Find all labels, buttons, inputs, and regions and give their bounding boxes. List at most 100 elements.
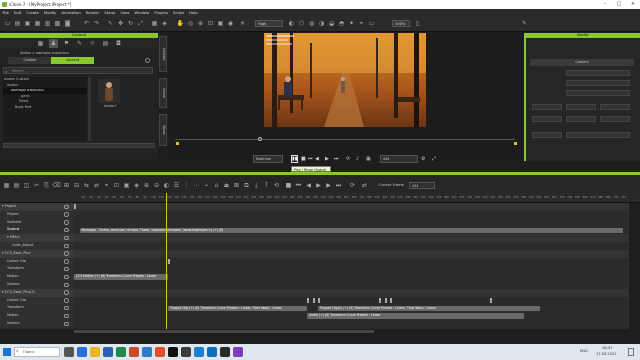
iray-icon[interactable]: ✦ (347, 19, 356, 28)
track-lane[interactable] (74, 242, 629, 250)
track-toggle-icon[interactable] (64, 274, 69, 280)
track-lane[interactable] (74, 320, 629, 328)
start-icon[interactable] (3, 348, 11, 356)
track-label[interactable]: ▾ CC3_Base_Plus (0, 249, 74, 258)
preview-icon[interactable]: ◉ (226, 19, 235, 28)
side-tab-content[interactable]: Content (159, 36, 167, 72)
loop-icon[interactable]: ⟳ (346, 155, 350, 163)
quality-dropdown[interactable]: High (255, 20, 283, 27)
menu-window[interactable]: Window (132, 9, 152, 16)
sound-icon[interactable]: ♪ (356, 155, 359, 163)
track-label[interactable]: Transform (0, 304, 74, 313)
modify-field[interactable] (566, 80, 630, 86)
tl-next-frame-icon[interactable]: ▶ (324, 181, 333, 190)
track-label[interactable]: Transform (0, 265, 74, 274)
aspect-icon[interactable]: ▯ (413, 19, 422, 28)
taskbar-search[interactable]: Поиск (14, 347, 60, 357)
app2-icon[interactable] (233, 347, 243, 357)
tl-stop-icon[interactable]: ■ (284, 181, 293, 190)
project-icon[interactable]: ▦ (36, 39, 45, 48)
timeline-tool-icon[interactable]: ⊞ (62, 181, 71, 190)
timeline-tool-icon[interactable]: ▤ (12, 181, 21, 190)
tree-item-body-part[interactable]: Body Part (3, 105, 87, 111)
telegram-icon[interactable] (207, 347, 217, 357)
timeline-tool-icon[interactable]: ⌁ (202, 181, 211, 190)
timeline-clip[interactable]: Puppet Clip(2) (+) (8) Transform Curve P… (318, 305, 541, 312)
menu-help[interactable]: Help (187, 9, 201, 16)
menu-edit[interactable]: Edit (11, 9, 23, 16)
track-lane[interactable] (74, 218, 629, 227)
redo-icon[interactable]: ↷ (92, 19, 101, 28)
menu-animation[interactable]: Animation (59, 9, 83, 16)
track-toggle-icon[interactable] (64, 290, 69, 295)
menu-setup[interactable]: Setup (102, 9, 118, 16)
tl-play-icon[interactable]: ▶ (314, 181, 323, 190)
modify-button[interactable] (566, 116, 596, 122)
viewport-slider-handle[interactable] (258, 137, 262, 141)
timeline-clip[interactable]: CC3 Motion (+) (8) Transform Curve Prese… (74, 274, 169, 280)
menu-modify[interactable]: Modify (41, 9, 59, 16)
modify-field[interactable] (566, 132, 630, 138)
excel-icon[interactable] (116, 347, 126, 357)
timeline-tool-icon[interactable]: ✂ (32, 181, 41, 190)
modify-field[interactable] (566, 90, 630, 96)
word-icon[interactable] (103, 347, 113, 357)
keyframe-marker[interactable] (490, 298, 493, 303)
fit-icon[interactable]: ⊡ (206, 19, 215, 28)
timeline-tool-icon[interactable]: ◫ (22, 181, 31, 190)
ao-icon[interactable]: ◒ (327, 19, 336, 28)
track-toggle-icon[interactable] (64, 227, 69, 233)
timeline-tool-icon[interactable]: ⇄ (92, 181, 101, 190)
track-label[interactable]: Sound (0, 226, 74, 235)
import-icon[interactable]: ▥ (43, 19, 52, 28)
track-toggle-icon[interactable] (64, 313, 69, 319)
zoom-dropdown[interactable]: 100% (392, 20, 410, 27)
timeline-tool-icon[interactable]: ⌖ (102, 181, 111, 190)
timeline-tool-icon[interactable]: ⇆ (82, 181, 91, 190)
next-frame-icon[interactable]: ▶ (325, 155, 329, 163)
zoom-icon[interactable]: ⊕ (196, 19, 205, 28)
track-toggle-icon[interactable] (64, 266, 69, 272)
export-icon[interactable]: ▦ (33, 19, 42, 28)
track-lane[interactable] (74, 296, 629, 305)
modify-button[interactable] (566, 104, 596, 110)
timeline-tool-icon[interactable]: ⊕ (142, 181, 151, 190)
keyframe-marker[interactable] (384, 298, 387, 303)
app-icon-taskbar[interactable] (181, 347, 191, 357)
scale-icon[interactable]: ⤢ (136, 19, 145, 28)
timeline-tool-icon[interactable]: ⊟ (72, 181, 81, 190)
timeline-tool-icon[interactable]: ▣ (122, 181, 131, 190)
timeline-tool-icon[interactable]: ☰ (172, 181, 181, 190)
track-label[interactable]: ▾ Effect (0, 234, 74, 242)
tl-sync-icon[interactable]: ⇄ (360, 181, 369, 190)
track-label[interactable]: ▾ Project (0, 203, 74, 211)
media-icon[interactable] (168, 347, 178, 357)
side-tab-scene[interactable]: Scene (159, 78, 167, 108)
track-label[interactable]: Project (0, 210, 74, 219)
settings-icon[interactable]: ⚙ (421, 155, 425, 163)
next-key-icon[interactable]: ⏭ (334, 155, 339, 163)
undo-icon[interactable]: ↶ (82, 19, 91, 28)
powerpoint-icon[interactable] (129, 347, 139, 357)
select-icon[interactable]: ↖ (106, 19, 115, 28)
keyframe-marker[interactable] (168, 259, 171, 264)
timeline-tool-icon[interactable]: ⊡ (112, 181, 121, 190)
track-label[interactable]: Motion (0, 273, 74, 281)
track-lane[interactable] (74, 203, 629, 211)
move-icon[interactable]: ✥ (116, 19, 125, 28)
timeline-tool-icon[interactable]: ⊠ (232, 181, 241, 190)
keyframe-marker[interactable] (318, 298, 321, 303)
expand-icon[interactable]: ⤢ (432, 155, 436, 163)
notifications-icon[interactable] (628, 348, 634, 356)
language-indicator[interactable]: ENG (580, 349, 588, 353)
menu-script[interactable]: Script (171, 9, 187, 16)
tl-next-key-icon[interactable]: ⏭ (334, 181, 343, 190)
track-toggle-icon[interactable] (64, 321, 69, 326)
menu-file[interactable]: File (0, 9, 11, 16)
xray-icon[interactable]: ◍ (307, 19, 316, 28)
avatar-icon[interactable]: ♟ (49, 39, 58, 48)
clock-time[interactable]: 16:47 (602, 346, 612, 350)
set-icon[interactable]: ▤ (101, 39, 110, 48)
keyframe-marker[interactable] (312, 298, 315, 303)
track-lane[interactable] (74, 281, 629, 289)
